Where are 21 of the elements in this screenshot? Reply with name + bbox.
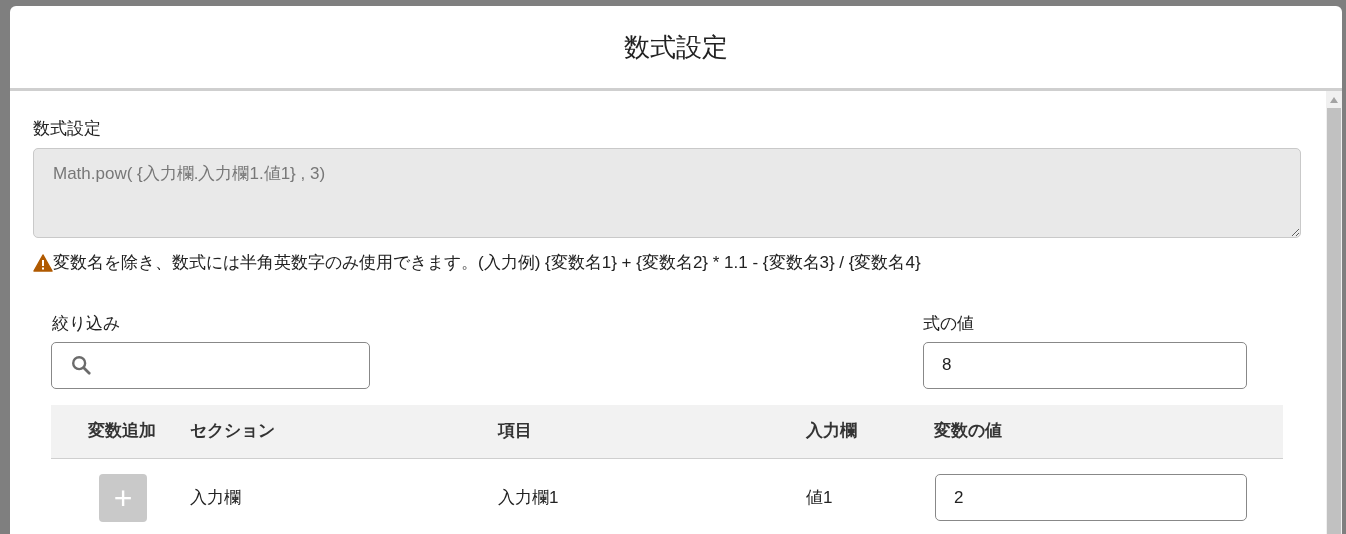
field-label: 式の値 (923, 312, 974, 335)
column-header: セクション (190, 421, 275, 441)
search-icon (70, 354, 92, 376)
filter-field[interactable] (51, 341, 370, 389)
scrollbar[interactable] (1326, 91, 1342, 534)
hint-text: 変数名を除き、数式には半角英数字のみ使用できます。(入力例) {変数名1} + {変数名2} * 1.1 - {変数名3} / {変数名4} (53, 252, 921, 274)
dialog-title: 数式設定 (624, 30, 728, 64)
column-header: 項目 (498, 421, 532, 441)
table-cell: 値1 (806, 487, 833, 507)
column-header: 入力欄 (806, 421, 857, 441)
warning-icon (33, 253, 53, 272)
column-header: 変数追加 (88, 421, 156, 441)
table-cell: 入力欄1 (498, 487, 559, 507)
scrollbar-thumb[interactable] (1327, 108, 1341, 534)
variable-value-field[interactable]: 2 (935, 474, 1247, 521)
column-header: 変数の値 (934, 421, 1002, 441)
result-field[interactable]: 8 (923, 341, 1247, 389)
field-label: 数式設定 (33, 118, 101, 140)
table-cell: 入力欄 (190, 487, 241, 507)
field-label: 絞り込み (51, 312, 120, 335)
scroll-up-icon[interactable] (1330, 97, 1338, 103)
